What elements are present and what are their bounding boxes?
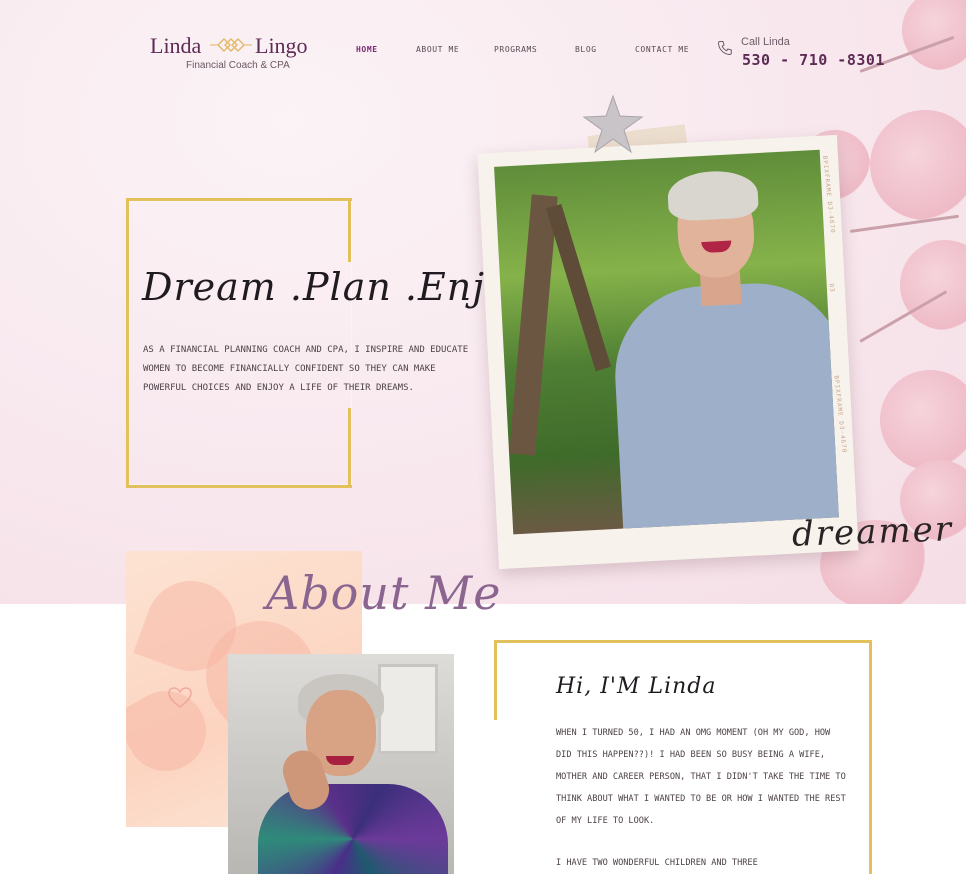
blossom-decoration: [902, 0, 966, 70]
blossom-decoration: [880, 370, 966, 470]
about-bio-paragraph: I HAVE TWO WONDERFUL CHILDREN AND THREE: [556, 858, 758, 868]
branch-decoration: [849, 214, 960, 233]
nav-item-contact-me[interactable]: CONTACT ME: [635, 45, 689, 54]
person-body: [610, 278, 839, 531]
hero-gold-frame-segment: [348, 408, 351, 488]
nav-item-about-me[interactable]: ABOUT ME: [416, 45, 459, 54]
window-background: [378, 664, 438, 754]
film-edge-text: D3: [827, 283, 836, 294]
logo-wordmark: Linda Lingo: [150, 33, 308, 59]
hero-photo-frame: BPIXFRAME D3-4670 D3 BPIXFRAME D3-4670: [477, 134, 859, 570]
site-logo[interactable]: Linda Lingo Financial Coach & CPA: [150, 30, 310, 75]
about-gold-frame-segment: [494, 640, 497, 720]
logo-first-name: Linda: [150, 33, 202, 58]
hero-intro-text: AS A FINANCIAL PLANNING COACH AND CPA, I…: [143, 345, 469, 393]
heart-icon: [168, 687, 192, 708]
person-hair: [666, 169, 760, 222]
nav-item-home[interactable]: HOME: [356, 45, 378, 54]
glitter-star-icon: [582, 94, 644, 154]
logo-last-name: Lingo: [255, 33, 308, 58]
blossom-decoration: [870, 110, 966, 220]
logo-subtitle: Financial Coach & CPA: [186, 60, 290, 71]
about-me-title: About Me: [266, 566, 502, 620]
nav-item-blog[interactable]: BLOG: [575, 45, 597, 54]
tree-trunk: [509, 194, 558, 456]
about-bio-paragraph: WHEN I TURNED 50, I HAD AN OMG MOMENT (O…: [556, 728, 846, 826]
nav-item-programs[interactable]: PROGRAMS: [494, 45, 537, 54]
hero-gold-frame-segment: [348, 198, 351, 262]
tree-trunk: [546, 203, 612, 372]
person-body: [258, 784, 448, 874]
call-label: Call Linda: [741, 36, 790, 48]
interlocking-diamonds-icon: [210, 38, 252, 52]
blossom-decoration: [900, 240, 966, 330]
linda-about-photo: [228, 654, 454, 874]
dreamer-script-text: dreamer: [791, 509, 954, 555]
about-greeting: Hi, I'M Linda: [556, 674, 717, 699]
hero-tagline: Dream .Plan .Enjoy: [142, 265, 532, 309]
linda-hero-photo: [494, 149, 839, 535]
phone-icon: [717, 41, 732, 56]
phone-number-link[interactable]: 530 - 710 -8301: [742, 51, 885, 69]
